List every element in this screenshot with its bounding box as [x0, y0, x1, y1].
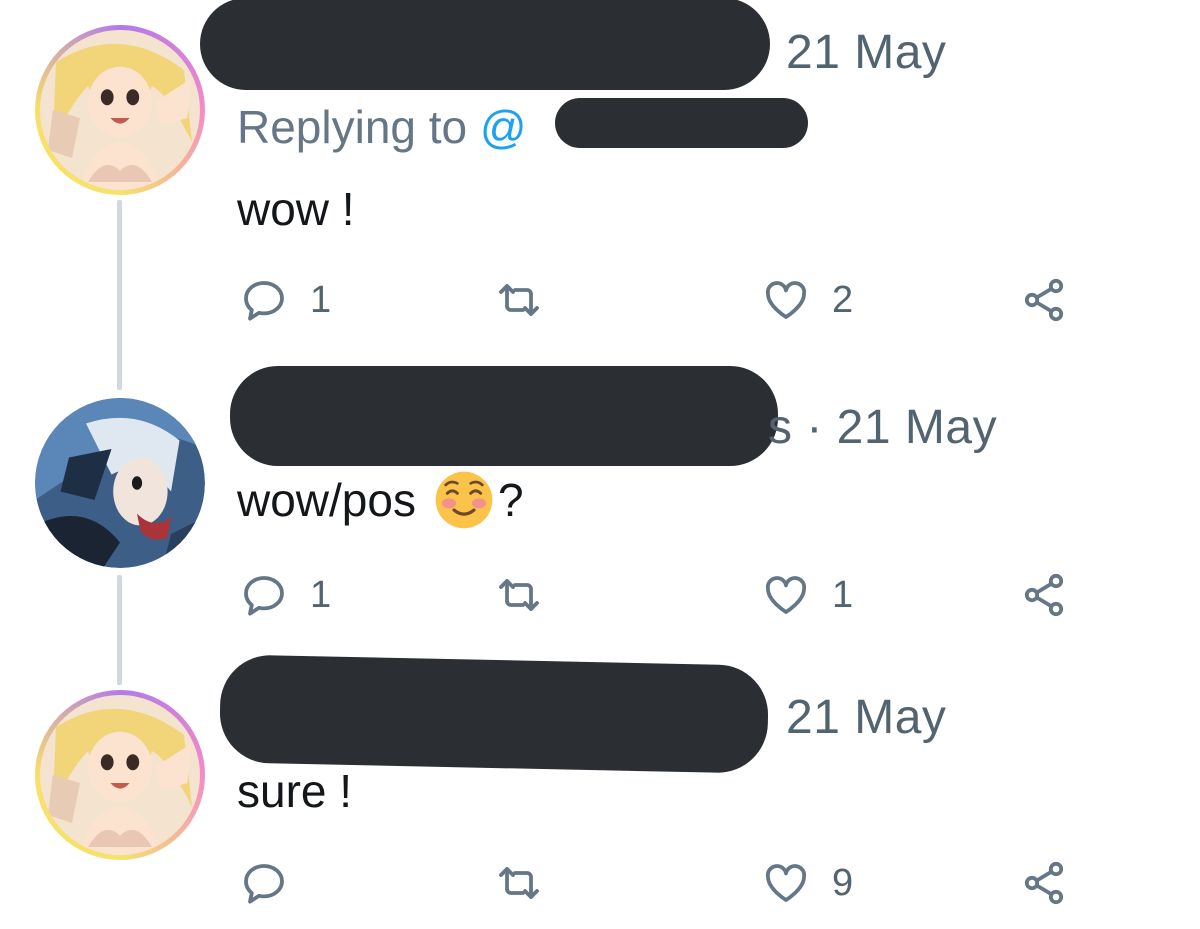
avatar[interactable]: [35, 25, 205, 195]
redacted-username: [200, 0, 770, 90]
tweet-text-suffix: ?: [497, 474, 524, 526]
retweet-icon: [499, 284, 539, 316]
thread-connector: [117, 200, 122, 390]
retweet-button[interactable]: [495, 855, 565, 911]
tweet-text-body: wow !: [237, 183, 355, 235]
like-count: 9: [832, 861, 854, 904]
reply-count: 1: [310, 278, 332, 321]
share-button[interactable]: [1020, 855, 1068, 911]
reply-icon: [244, 281, 284, 321]
reply-button[interactable]: 1: [240, 272, 331, 328]
redacted-username: [218, 654, 770, 774]
tweet-text: sure !: [237, 764, 352, 818]
retweet-button[interactable]: [495, 272, 565, 328]
replying-to-label: Replying to: [237, 101, 480, 153]
like-count: 1: [832, 573, 854, 616]
tweet-text: wow/pos ?: [237, 470, 524, 530]
thread-connector: [117, 575, 122, 685]
reply-icon: [244, 576, 284, 616]
reply-icon: [244, 864, 284, 904]
avatar-image: [35, 398, 205, 568]
share-icon: [1024, 278, 1064, 322]
reply-button[interactable]: [240, 855, 310, 911]
share-button[interactable]: [1020, 272, 1068, 328]
tweet-actions: 1 1: [240, 567, 1090, 623]
tweet-text-body: wow/pos: [237, 474, 416, 526]
tweet-text-body: sure !: [237, 765, 353, 817]
share-icon: [1024, 861, 1064, 905]
share-button[interactable]: [1020, 567, 1068, 623]
like-button[interactable]: 2: [762, 272, 853, 328]
retweet-button[interactable]: [495, 567, 565, 623]
like-button[interactable]: 1: [762, 567, 853, 623]
smiling-face-with-blush-emoji: [435, 471, 493, 529]
like-count: 2: [832, 278, 854, 321]
tweet-text: wow !: [237, 182, 355, 236]
heart-icon: [765, 281, 807, 319]
retweet-icon: [499, 867, 539, 899]
reply-button[interactable]: 1: [240, 567, 331, 623]
redacted-handle: [555, 98, 808, 148]
replying-to: Replying to @: [237, 100, 527, 154]
like-button[interactable]: 9: [762, 855, 853, 911]
share-icon: [1024, 573, 1064, 617]
avatar[interactable]: [35, 690, 205, 860]
reply-thread: 21 May Replying to @ wow ! 1 2 s · 21 Ma…: [0, 0, 1200, 929]
avatar-image: [40, 30, 200, 190]
tweet-date[interactable]: s · 21 May: [768, 400, 997, 455]
tweet-date[interactable]: 21 May: [786, 25, 946, 80]
retweet-icon: [499, 579, 539, 611]
heart-icon: [765, 864, 807, 902]
tweet-actions: 1 2: [240, 272, 1090, 328]
tweet-actions: 9: [240, 855, 1090, 911]
reply-count: 1: [310, 573, 332, 616]
avatar-image: [40, 695, 200, 855]
redacted-username: [230, 366, 778, 466]
heart-icon: [765, 576, 807, 614]
replying-to-handle[interactable]: @: [480, 101, 527, 153]
avatar[interactable]: [35, 398, 205, 568]
tweet-date[interactable]: 21 May: [786, 690, 946, 745]
